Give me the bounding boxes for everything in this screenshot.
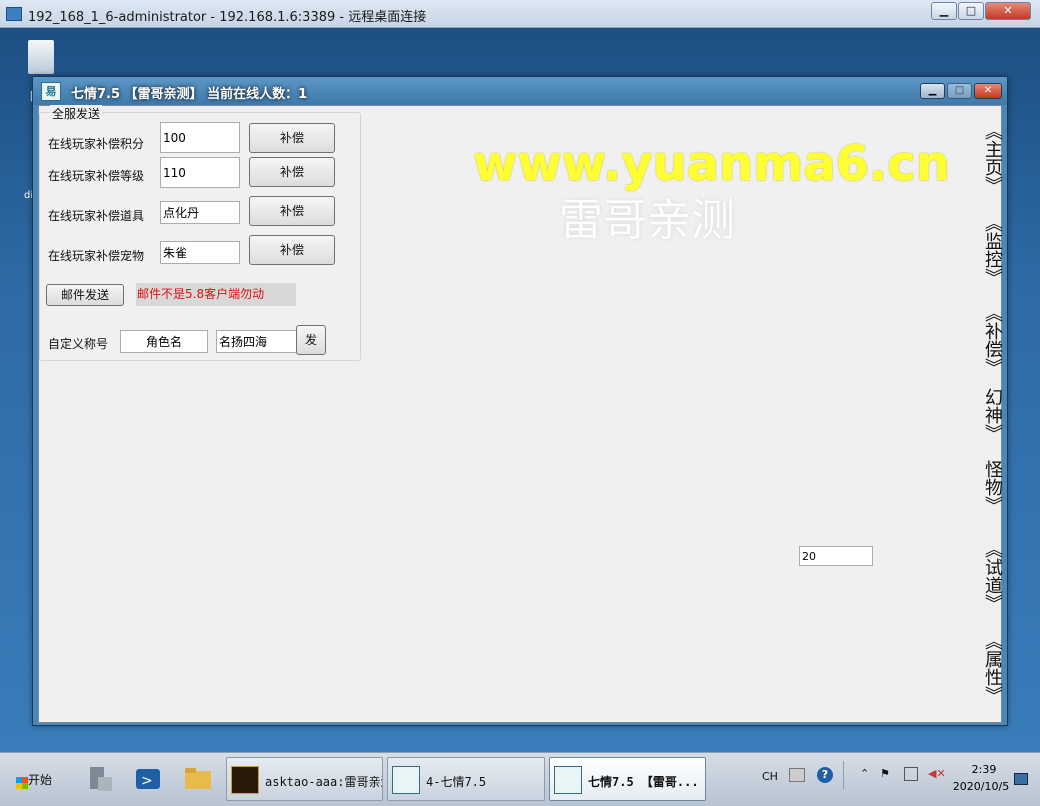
show-desktop-icon[interactable]: [1014, 773, 1028, 785]
app-close-button[interactable]: ✕: [974, 83, 1002, 99]
server-manager-icon[interactable]: [84, 759, 116, 799]
points-label: 在线玩家补偿积分: [48, 137, 145, 151]
compensate-points-button[interactable]: 补偿: [249, 123, 335, 153]
role-name-input[interactable]: [120, 330, 208, 353]
taskbar: 开始 > asktao-aaa:雷哥亲测 4-七情7.5 七情7.5 【雷哥..…: [0, 752, 1040, 806]
network-icon[interactable]: [904, 767, 918, 781]
taskbar-item-qiqing[interactable]: 4-七情7.5: [387, 757, 545, 801]
app-window-title: 七情7.5 【雷哥亲测】 当前在线人数：1: [71, 87, 308, 102]
clock-time[interactable]: 2:39: [964, 763, 1004, 776]
help-icon[interactable]: ?: [817, 767, 833, 783]
language-indicator[interactable]: CH: [762, 770, 778, 783]
start-label: 开始: [27, 773, 52, 787]
groupbox-title: 全服发送: [50, 105, 103, 122]
send-title-button[interactable]: 发: [296, 325, 326, 355]
keyboard-icon[interactable]: [789, 768, 805, 782]
app-titlebar[interactable]: 易 七情7.5 【雷哥亲测】 当前在线人数：1 ▁ □ ✕: [33, 77, 1007, 105]
volume-muted-icon[interactable]: ◀✕: [928, 767, 946, 780]
rdp-window-title: 192_168_1_6-administrator - 192.168.1.6:…: [28, 10, 427, 25]
item-label: 在线玩家补偿道具: [48, 209, 145, 223]
level-input-field[interactable]: [163, 158, 237, 187]
rdp-minimize-button[interactable]: ▁: [931, 2, 957, 20]
show-hidden-icons-icon[interactable]: ⌃: [860, 767, 869, 780]
start-button[interactable]: 开始: [6, 759, 56, 801]
file-explorer-icon[interactable]: [182, 759, 214, 799]
nav-huanshen[interactable]: 幻神》: [979, 388, 1003, 442]
mail-warning-text: 邮件不是5.8客户端勿动: [136, 283, 296, 306]
options-icon[interactable]: [843, 761, 853, 789]
app-window: 易 七情7.5 【雷哥亲测】 当前在线人数：1 ▁ □ ✕ 全服发送 在线玩家补…: [32, 76, 1008, 726]
recycle-bin-icon[interactable]: [28, 40, 54, 74]
taskbar-item-label: 4-七情7.5: [426, 775, 487, 789]
item-input-field[interactable]: [163, 202, 237, 223]
nav-monster[interactable]: 怪物》: [979, 460, 1003, 514]
app-icon: 易: [41, 82, 61, 101]
custom-title-label: 自定义称号: [48, 337, 109, 351]
rdp-maximize-button[interactable]: □: [958, 2, 984, 20]
rdp-close-button[interactable]: ✕: [985, 2, 1031, 20]
svg-text:>: >: [141, 773, 153, 789]
title-input[interactable]: [216, 330, 298, 353]
clock-date[interactable]: 2020/10/5: [950, 780, 1012, 793]
floating-number-input[interactable]: [799, 546, 873, 566]
compensate-item-button[interactable]: 补偿: [249, 196, 335, 226]
remote-desktop: 回 dis 易 七情7.5 【雷哥亲测】 当前在线人数：1 ▁ □ ✕ 全服发送…: [0, 28, 1040, 752]
taskbar-item-qiqing-active[interactable]: 七情7.5 【雷哥...: [549, 757, 706, 801]
app-maximize-button: □: [947, 83, 972, 99]
nav-monitor[interactable]: 《监控》: [979, 214, 1003, 286]
powershell-icon[interactable]: >: [132, 759, 164, 799]
asktao-app-icon: [231, 766, 259, 794]
item-input[interactable]: [160, 201, 240, 224]
app-minimize-button[interactable]: ▁: [920, 83, 945, 99]
compensate-level-button[interactable]: 补偿: [249, 157, 335, 187]
broadcast-groupbox: 全服发送 在线玩家补偿积分 补偿 在线玩家补偿等级 补偿 在线玩家补偿道具: [39, 105, 361, 361]
app-client-area: 全服发送 在线玩家补偿积分 补偿 在线玩家补偿等级 补偿 在线玩家补偿道具: [38, 105, 1003, 723]
nav-trial[interactable]: 《试道》: [979, 540, 1003, 612]
easy-language-icon: [392, 766, 420, 794]
remote-desktop-icon: [6, 7, 22, 21]
points-input[interactable]: [160, 122, 240, 153]
nav-home[interactable]: 《主页》: [979, 122, 1003, 194]
compensate-pet-button[interactable]: 补偿: [249, 235, 335, 265]
pet-label: 在线玩家补偿宠物: [48, 249, 145, 263]
level-label: 在线玩家补偿等级: [48, 169, 145, 183]
watermark-text: 雷哥亲测: [559, 195, 735, 246]
action-center-flag-icon[interactable]: ⚑: [880, 767, 890, 780]
easy-language-icon: [554, 766, 582, 794]
taskbar-item-label: asktao-aaa:雷哥亲测: [265, 775, 383, 789]
floating-number-input-field[interactable]: [802, 547, 870, 565]
taskbar-item-asktao[interactable]: asktao-aaa:雷哥亲测: [226, 757, 383, 801]
level-input[interactable]: [160, 157, 240, 188]
nav-attributes[interactable]: 《属性》: [979, 632, 1003, 704]
title-input-field[interactable]: [219, 331, 295, 352]
rdp-titlebar: 192_168_1_6-administrator - 192.168.1.6:…: [0, 0, 1040, 28]
send-mail-button[interactable]: 邮件发送: [46, 284, 124, 306]
windows-logo-icon: [16, 777, 28, 789]
role-name-input-field[interactable]: [123, 331, 205, 352]
nav-compensate[interactable]: 《补偿》: [979, 304, 1003, 376]
pet-input-field[interactable]: [163, 242, 237, 263]
points-input-field[interactable]: [163, 123, 237, 152]
taskbar-item-label: 七情7.5 【雷哥...: [588, 775, 699, 789]
pet-input[interactable]: [160, 241, 240, 264]
